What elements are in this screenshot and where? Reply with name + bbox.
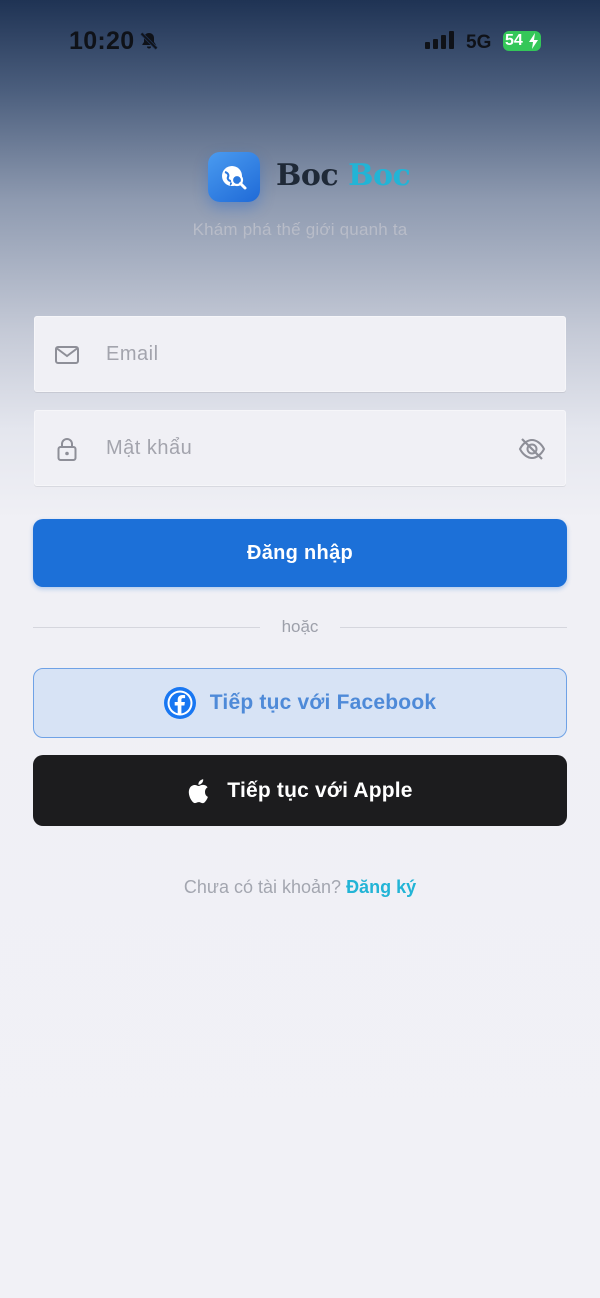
signup-link[interactable]: Đăng ký: [346, 877, 416, 897]
tagline: Khám phá thế giới quanh ta: [192, 220, 408, 239]
brand-word-2: Boc: [348, 158, 411, 193]
password-field[interactable]: [34, 410, 566, 486]
app-name: Boc Boc: [276, 158, 411, 193]
facebook-icon: [163, 687, 196, 719]
facebook-label: Tiếp tục với Facebook: [209, 691, 437, 714]
facebook-login-button[interactable]: Tiếp tục với Facebook: [33, 668, 567, 738]
signup-prompt: Chưa có tài khoản? Đăng ký: [0, 877, 600, 898]
or-divider: hoặc: [33, 612, 567, 642]
status-time: 10:20: [69, 27, 135, 55]
email-field[interactable]: [34, 316, 566, 392]
lock-icon: [57, 438, 77, 461]
status-bar: 10:20 5G 54: [0, 0, 600, 84]
apple-icon: [189, 778, 209, 803]
password-input[interactable]: [106, 410, 506, 486]
apple-login-button[interactable]: Tiếp tục với Apple: [33, 755, 567, 826]
login-button[interactable]: Đăng nhập: [33, 519, 567, 587]
network-type: 5G: [466, 32, 492, 53]
charging-bolt-icon: [529, 33, 538, 49]
divider-line-right: [340, 627, 567, 628]
battery-level: 54: [505, 32, 523, 49]
eye-off-icon[interactable]: [518, 435, 546, 463]
cellular-signal-icon: [425, 31, 454, 49]
app-logo: [208, 152, 260, 202]
brand-word-1: Boc: [276, 158, 339, 193]
globe-search-icon: [222, 166, 247, 190]
mail-icon: [55, 346, 79, 364]
bell-slash-icon: [140, 32, 158, 50]
signup-prompt-text: Chưa có tài khoản?: [183, 877, 342, 897]
apple-label: Tiếp tục với Apple: [227, 778, 413, 802]
email-input[interactable]: [106, 316, 506, 392]
